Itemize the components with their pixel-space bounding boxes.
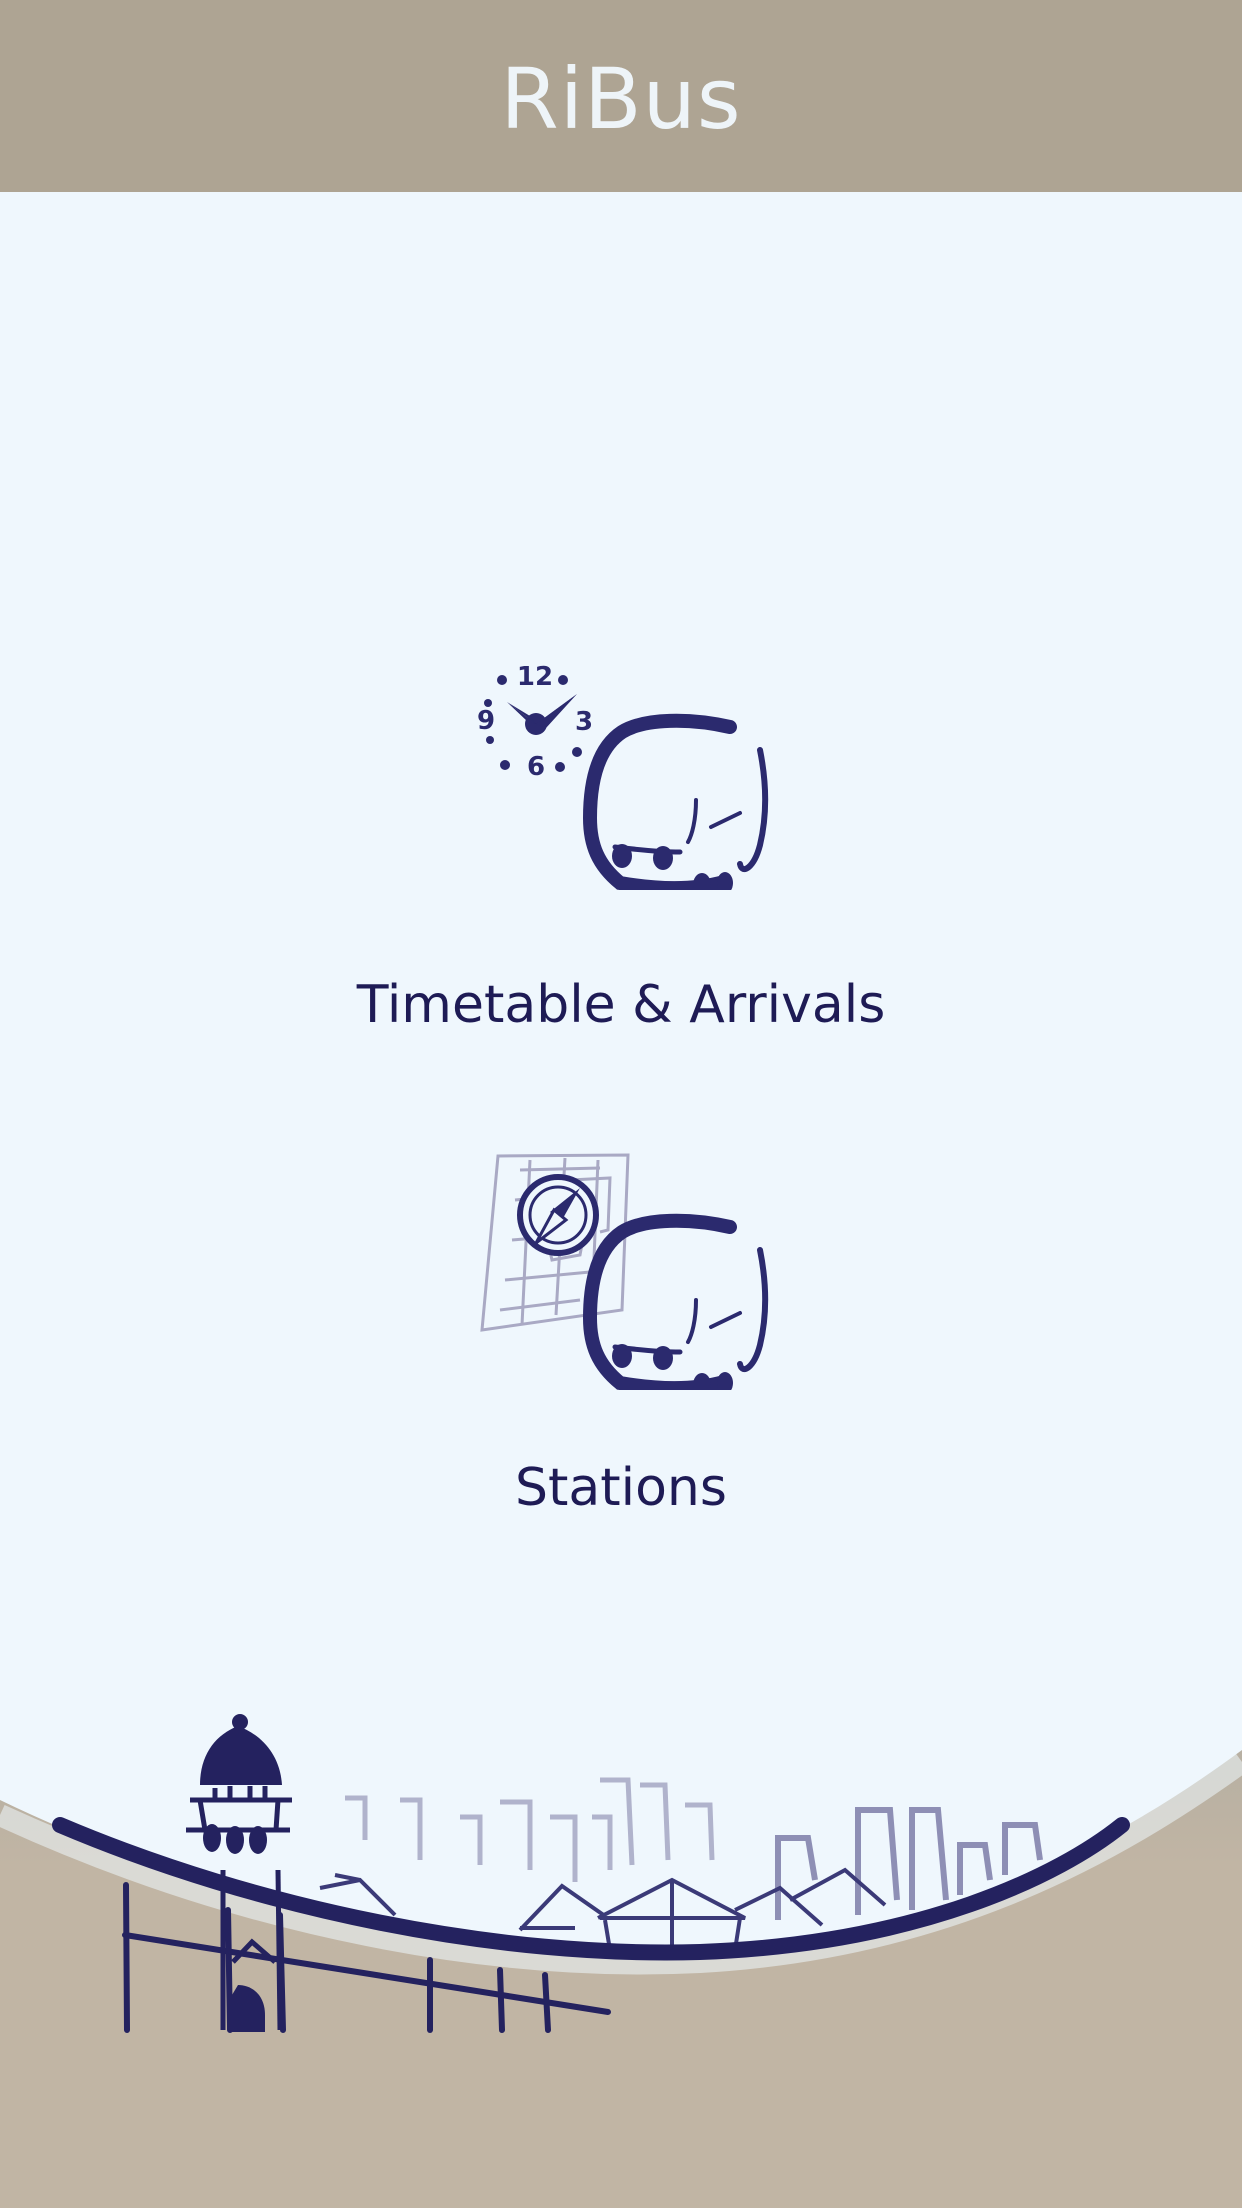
- clock-bus-icon: 12 3 6 9: [477, 662, 769, 890]
- main-screen: RiBus 12 3 6 9 Timetable & Arrivals Stat…: [0, 0, 1242, 2208]
- clock-numeral-9: 9: [477, 706, 495, 736]
- map-compass-bus-icon: [480, 1153, 769, 1390]
- app-title: RiBus: [500, 50, 742, 148]
- city-skyline-illustration: [0, 1714, 1242, 2208]
- clock-numeral-6: 6: [527, 752, 545, 782]
- timetable-arrivals-button[interactable]: 12 3 6 9 Timetable & Arrivals: [0, 640, 1242, 1060]
- stations-button[interactable]: Stations: [0, 1140, 1242, 1540]
- app-header: RiBus: [0, 0, 1242, 192]
- clock-numeral-12: 12: [517, 662, 553, 692]
- stations-label: Stations: [515, 1458, 727, 1518]
- clock-numeral-3: 3: [575, 707, 593, 737]
- timetable-arrivals-label: Timetable & Arrivals: [356, 975, 886, 1035]
